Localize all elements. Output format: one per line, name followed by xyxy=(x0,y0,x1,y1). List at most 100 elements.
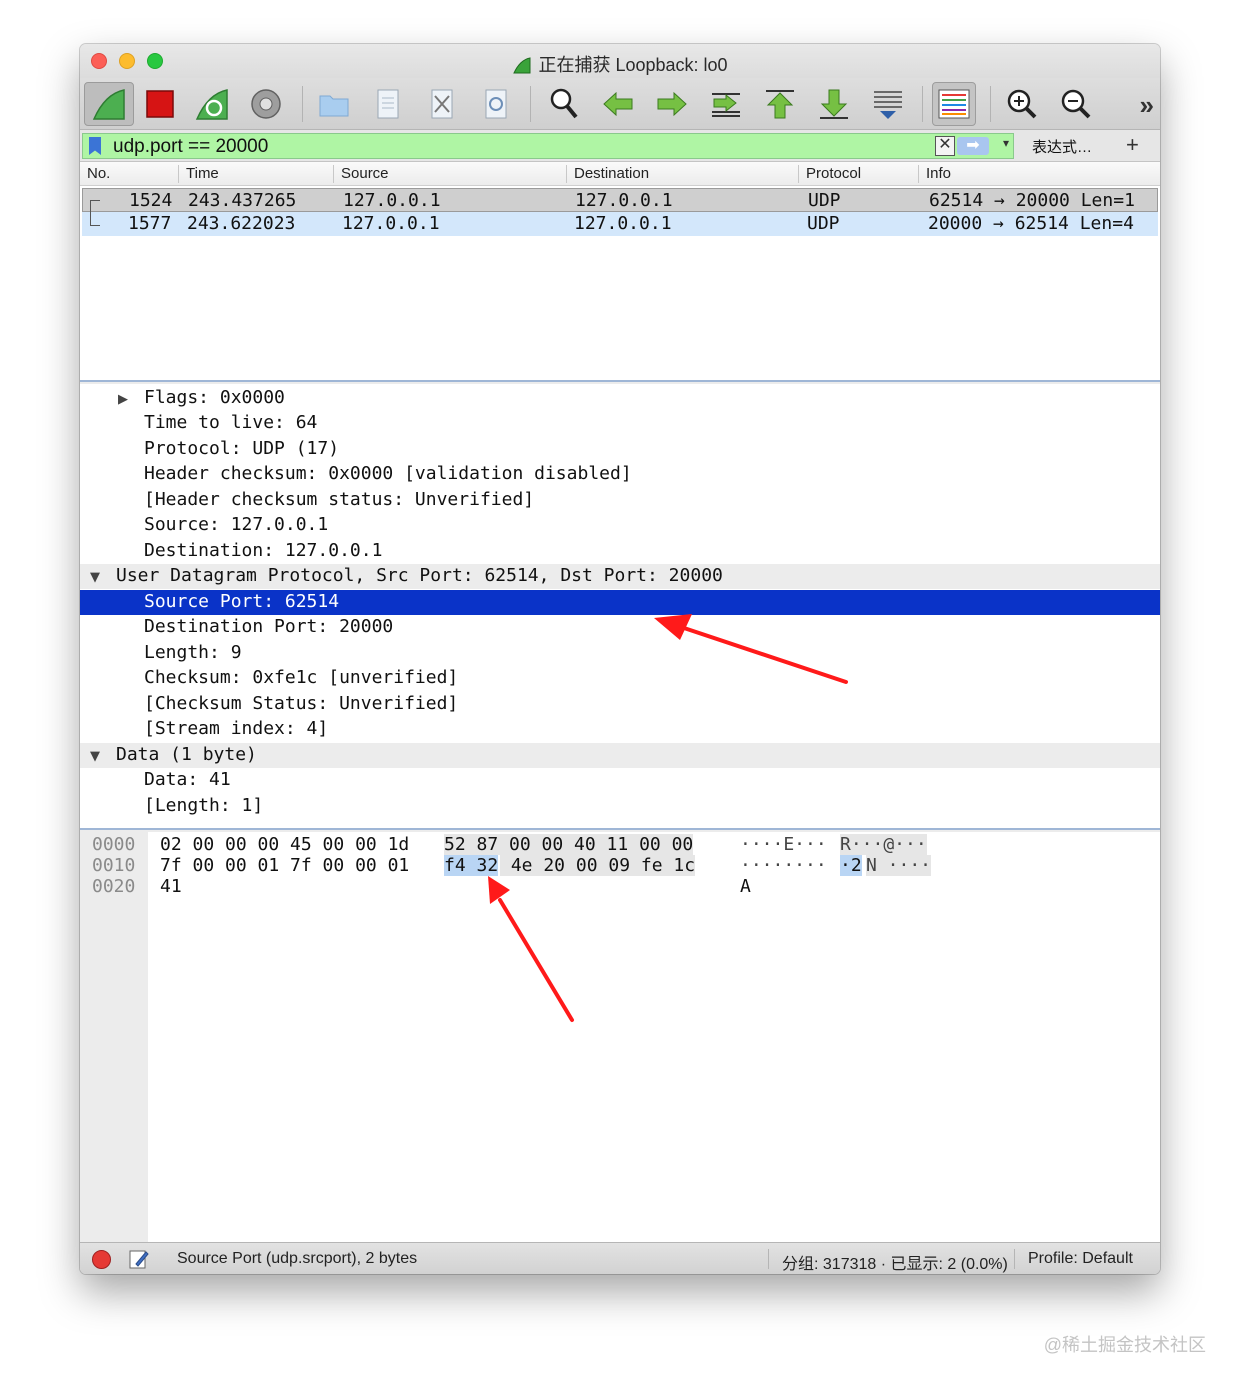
ascii-bytes[interactable]: A xyxy=(740,876,751,897)
stop-capture-button[interactable] xyxy=(138,82,182,126)
conversation-bracket xyxy=(90,200,100,214)
column-destination[interactable]: Destination xyxy=(574,165,649,182)
main-toolbar: » xyxy=(80,78,1160,130)
tree-item-label: Destination: 127.0.0.1 xyxy=(144,540,383,561)
expand-triangle-icon[interactable]: ▶ xyxy=(118,392,128,407)
expert-info-icon[interactable] xyxy=(92,1250,111,1269)
tree-item-label: User Datagram Protocol, Src Port: 62514,… xyxy=(116,565,723,586)
tree-item[interactable]: ▶ Flags: 0x0000 xyxy=(80,386,1160,411)
tree-item-label: [Header checksum status: Unverified] xyxy=(144,489,535,510)
collapse-triangle-icon[interactable]: ▼ xyxy=(90,749,100,764)
go-forward-button[interactable] xyxy=(650,82,694,126)
hex-bytes[interactable]: 02 00 00 00 45 00 00 1d xyxy=(160,834,409,855)
go-to-packet-icon xyxy=(712,93,740,117)
ascii-bytes[interactable]: ········ xyxy=(740,855,827,876)
colorize-button[interactable] xyxy=(932,82,976,126)
close-file-button[interactable] xyxy=(420,82,464,126)
bookmark-icon[interactable] xyxy=(89,137,101,155)
tree-item[interactable]: [Checksum Status: Unverified] xyxy=(80,692,1160,717)
column-info[interactable]: Info xyxy=(926,165,951,182)
ascii-bytes[interactable]: R···@··· xyxy=(840,834,927,855)
status-profile[interactable]: Profile: Default xyxy=(1028,1250,1133,1268)
tree-item-label: Time to live: 64 xyxy=(144,412,318,433)
column-time[interactable]: Time xyxy=(186,165,219,182)
cell-no: 1524 xyxy=(129,190,173,211)
go-last-button[interactable] xyxy=(812,82,856,126)
tree-item[interactable]: Checksum: 0xfe1c [unverified] xyxy=(80,666,1160,691)
autoscroll-button[interactable] xyxy=(866,82,910,126)
hex-bytes[interactable]: 7f 00 00 01 7f 00 00 01 xyxy=(160,855,409,876)
tree-item-udp[interactable]: ▼ User Datagram Protocol, Src Port: 6251… xyxy=(80,564,1160,589)
go-first-button[interactable] xyxy=(758,82,802,126)
column-source[interactable]: Source xyxy=(341,165,389,182)
column-separator[interactable] xyxy=(566,165,567,183)
tree-item-selected[interactable]: Source Port: 62514 xyxy=(80,590,1160,615)
status-packet-count: 分组: 317318 · 已显示: 2 (0.0%) xyxy=(782,1256,1008,1273)
packet-bytes-pane: 0000 0010 0020 02 00 00 00 45 00 00 1d 5… xyxy=(80,832,1160,1242)
tree-item-data[interactable]: ▼ Data (1 byte) xyxy=(80,743,1160,768)
shark-fin-start-icon xyxy=(92,89,125,120)
capture-options-button[interactable] xyxy=(244,82,288,126)
start-capture-button[interactable] xyxy=(84,82,134,126)
tree-item[interactable]: Destination Port: 20000 xyxy=(80,615,1160,640)
status-separator xyxy=(1014,1249,1015,1269)
column-protocol[interactable]: Protocol xyxy=(806,165,861,182)
tree-item[interactable]: Destination: 127.0.0.1 xyxy=(80,539,1160,564)
open-file-icon xyxy=(319,95,349,117)
packet-list: No. Time Source Destination Protocol Inf… xyxy=(80,162,1160,382)
go-to-packet-button[interactable] xyxy=(704,82,748,126)
cell-protocol: UDP xyxy=(807,213,840,234)
tree-item[interactable]: [Length: 1] xyxy=(80,794,1160,819)
go-last-icon xyxy=(820,89,848,119)
hex-bytes-highlighted[interactable]: f4 32 xyxy=(444,855,499,876)
tree-item[interactable]: Header checksum: 0x0000 [validation disa… xyxy=(80,462,1160,487)
tree-item[interactable]: [Stream index: 4] xyxy=(80,717,1160,742)
collapse-triangle-icon[interactable]: ▼ xyxy=(90,570,100,585)
cell-destination: 127.0.0.1 xyxy=(575,190,673,211)
column-separator[interactable] xyxy=(798,165,799,183)
status-separator xyxy=(768,1249,769,1269)
tree-item[interactable]: Data: 41 xyxy=(80,768,1160,793)
go-back-button[interactable] xyxy=(596,82,640,126)
ascii-bytes[interactable]: ····E··· xyxy=(740,834,827,855)
tree-item-label: Destination Port: 20000 xyxy=(144,616,394,637)
ascii-bytes[interactable]: N ···· xyxy=(866,855,932,876)
toolbar-separator xyxy=(922,86,923,122)
tree-item[interactable]: Protocol: UDP (17) xyxy=(80,437,1160,462)
zoom-out-button[interactable] xyxy=(1054,82,1098,126)
find-packet-icon xyxy=(550,88,578,119)
display-filter-input[interactable]: udp.port == 20000 ✕ ➡ ▾ xyxy=(82,133,1014,159)
window-title-text: 正在捕获 Loopback: lo0 xyxy=(538,55,728,75)
apply-filter-icon[interactable]: ➡ xyxy=(957,137,989,155)
toolbar-separator xyxy=(990,86,991,122)
save-file-button[interactable] xyxy=(366,82,410,126)
hex-bytes[interactable]: 52 87 00 00 40 11 00 00 xyxy=(444,834,694,855)
tree-item[interactable]: Source: 127.0.0.1 xyxy=(80,513,1160,538)
column-separator[interactable] xyxy=(918,165,919,183)
ascii-bytes-highlighted[interactable]: ·2 xyxy=(840,855,862,876)
capture-comment-icon[interactable] xyxy=(128,1248,150,1270)
tree-item[interactable]: Time to live: 64 xyxy=(80,411,1160,436)
filter-history-dropdown[interactable]: ▾ xyxy=(1003,136,1009,150)
zoom-in-button[interactable] xyxy=(1000,82,1044,126)
hex-bytes[interactable]: 41 xyxy=(160,876,182,897)
expression-button[interactable]: 表达式… xyxy=(1032,136,1092,157)
zoom-in-icon xyxy=(1007,89,1037,119)
reload-file-button[interactable] xyxy=(474,82,518,126)
add-filter-button[interactable]: + xyxy=(1126,132,1139,158)
clear-filter-icon[interactable]: ✕ xyxy=(935,136,955,156)
open-file-button[interactable] xyxy=(312,82,356,126)
restart-capture-button[interactable] xyxy=(190,82,234,126)
table-row[interactable]: 1524 243.437265 127.0.0.1 127.0.0.1 UDP … xyxy=(82,188,1158,212)
filter-text[interactable]: udp.port == 20000 xyxy=(113,136,268,158)
packet-list-header: No. Time Source Destination Protocol Inf… xyxy=(80,162,1160,186)
column-no[interactable]: No. xyxy=(87,165,110,182)
find-packet-button[interactable] xyxy=(542,82,586,126)
tree-item[interactable]: [Header checksum status: Unverified] xyxy=(80,488,1160,513)
table-row[interactable]: 1577 243.622023 127.0.0.1 127.0.0.1 UDP … xyxy=(82,212,1158,236)
tree-item[interactable]: Length: 9 xyxy=(80,641,1160,666)
column-separator[interactable] xyxy=(333,165,334,183)
column-separator[interactable] xyxy=(178,165,179,183)
more-icon[interactable]: » xyxy=(1140,90,1154,121)
hex-bytes[interactable]: 4e 20 00 09 fe 1c xyxy=(500,855,696,876)
